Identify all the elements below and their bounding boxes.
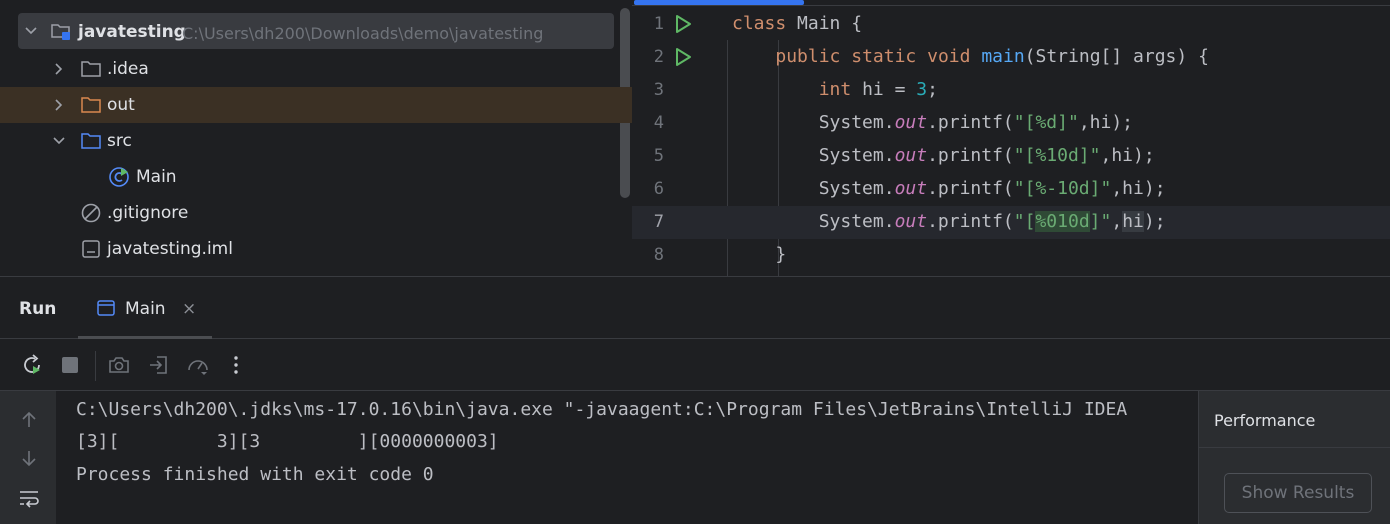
- tree-item-label: .idea: [107, 59, 149, 79]
- module-folder-icon: [51, 24, 70, 40]
- tab-label: Main: [125, 299, 166, 319]
- toolbar-separator: [95, 351, 96, 381]
- performance-panel: Performance Show Results: [1198, 391, 1390, 524]
- chevron-down-icon[interactable]: [22, 22, 40, 40]
- code-text: int hi = 3;: [818, 79, 938, 100]
- run-gutter-icon[interactable]: [672, 13, 694, 35]
- profiler-gauge-icon[interactable]: [186, 353, 210, 377]
- code-text: System.out.printf("[%-10d]",hi);: [818, 178, 1166, 199]
- code-line-4[interactable]: 4 System.out.printf("[%d]",hi);: [632, 107, 1390, 140]
- stop-icon[interactable]: [58, 353, 82, 377]
- chevron-right-icon[interactable]: [50, 96, 68, 114]
- tree-item-iml[interactable]: javatesting.iml: [0, 231, 632, 267]
- run-gutter-icon[interactable]: [672, 46, 694, 68]
- tree-item-label: .gitignore: [107, 203, 189, 223]
- tree-item-label: Main: [136, 167, 177, 187]
- line-number: 6: [653, 179, 664, 199]
- console-line: C:\Users\dh200\.jdks\ms-17.0.16\bin\java…: [76, 399, 1128, 420]
- close-icon[interactable]: ×: [182, 299, 196, 319]
- run-header: Run Main ×: [0, 277, 1390, 339]
- code-text: System.out.printf("[%d]",hi);: [818, 112, 1134, 133]
- code-line-8[interactable]: 8 }: [632, 239, 1390, 272]
- tree-root-name: javatesting: [78, 22, 186, 42]
- tab-main[interactable]: Main ×: [78, 287, 212, 339]
- more-options-icon[interactable]: [224, 353, 248, 377]
- divider: [1199, 447, 1390, 448]
- ignored-file-icon: [81, 203, 101, 223]
- arrow-up-icon[interactable]: [18, 409, 40, 431]
- code-text: public static void main(String[] args) {: [775, 46, 1209, 67]
- module-file-icon: [82, 240, 100, 258]
- camera-icon[interactable]: [107, 353, 131, 377]
- project-tool-window: javatesting C:\Users\dh200\Downloads\dem…: [0, 0, 632, 276]
- tree-item-src[interactable]: src: [0, 123, 632, 159]
- chevron-down-icon[interactable]: [50, 132, 68, 150]
- code-text: }: [775, 244, 787, 265]
- line-number: 3: [653, 80, 664, 100]
- tree-item-idea[interactable]: .idea: [0, 51, 632, 87]
- code-editor[interactable]: 1 class Main { 2 public static void main…: [632, 0, 1390, 276]
- folder-icon: [81, 61, 101, 77]
- console-line: [3][ 3][3 ][0000000003]: [76, 431, 499, 452]
- chevron-right-icon[interactable]: [50, 60, 68, 78]
- line-number: 8: [653, 245, 664, 265]
- code-line-5[interactable]: 5 System.out.printf("[%10d]",hi);: [632, 140, 1390, 173]
- code-line-7[interactable]: 7 System.out.printf("[%010d]",hi);: [632, 206, 1390, 239]
- code-line-2[interactable]: 2 public static void main(String[] args)…: [632, 41, 1390, 74]
- line-number: 1: [653, 14, 664, 34]
- run-side-toolbar: [0, 391, 56, 524]
- tree-item-label: out: [107, 95, 135, 115]
- line-number: 2: [653, 47, 664, 67]
- console-output[interactable]: C:\Users\dh200\.jdks\ms-17.0.16\bin\java…: [56, 391, 1198, 524]
- line-number: 7: [653, 212, 664, 232]
- folder-excluded-icon: [81, 97, 101, 113]
- code-text: System.out.printf("[%010d]",hi);: [818, 211, 1166, 232]
- tree-item-label: src: [107, 131, 132, 151]
- code-line-3[interactable]: 3 int hi = 3;: [632, 74, 1390, 107]
- show-results-button[interactable]: Show Results: [1224, 473, 1372, 513]
- code-text: System.out.printf("[%10d]",hi);: [818, 145, 1155, 166]
- line-number: 5: [653, 146, 664, 166]
- exit-icon[interactable]: [147, 353, 171, 377]
- tree-item-main[interactable]: Main: [0, 159, 632, 195]
- code-line-6[interactable]: 6 System.out.printf("[%-10d]",hi);: [632, 173, 1390, 206]
- tree-item-root[interactable]: javatesting C:\Users\dh200\Downloads\dem…: [0, 0, 632, 49]
- tree-item-gitignore[interactable]: .gitignore: [0, 195, 632, 231]
- line-number: 4: [653, 113, 664, 133]
- divider: [632, 5, 1390, 6]
- soft-wrap-icon[interactable]: [18, 487, 40, 509]
- run-title: Run: [19, 299, 57, 319]
- run-tool-window: Run Main × C:\Users\dh200\.jdks\ms-17.0.…: [0, 276, 1390, 524]
- java-class-runnable-icon: [109, 167, 129, 187]
- console-line: Process finished with exit code 0: [76, 464, 434, 485]
- tree-root-path: C:\Users\dh200\Downloads\demo\javatestin…: [182, 24, 544, 43]
- run-toolbar: [0, 339, 1390, 391]
- arrow-down-icon[interactable]: [18, 447, 40, 469]
- source-folder-icon: [81, 133, 101, 149]
- tree-item-out[interactable]: out: [0, 87, 632, 123]
- performance-title: Performance: [1214, 411, 1316, 430]
- code-text: class Main {: [732, 13, 863, 34]
- rerun-icon[interactable]: [20, 353, 44, 377]
- tree-item-label: javatesting.iml: [107, 239, 233, 259]
- run-console-icon: [97, 300, 115, 316]
- code-line-1[interactable]: 1 class Main {: [632, 8, 1390, 41]
